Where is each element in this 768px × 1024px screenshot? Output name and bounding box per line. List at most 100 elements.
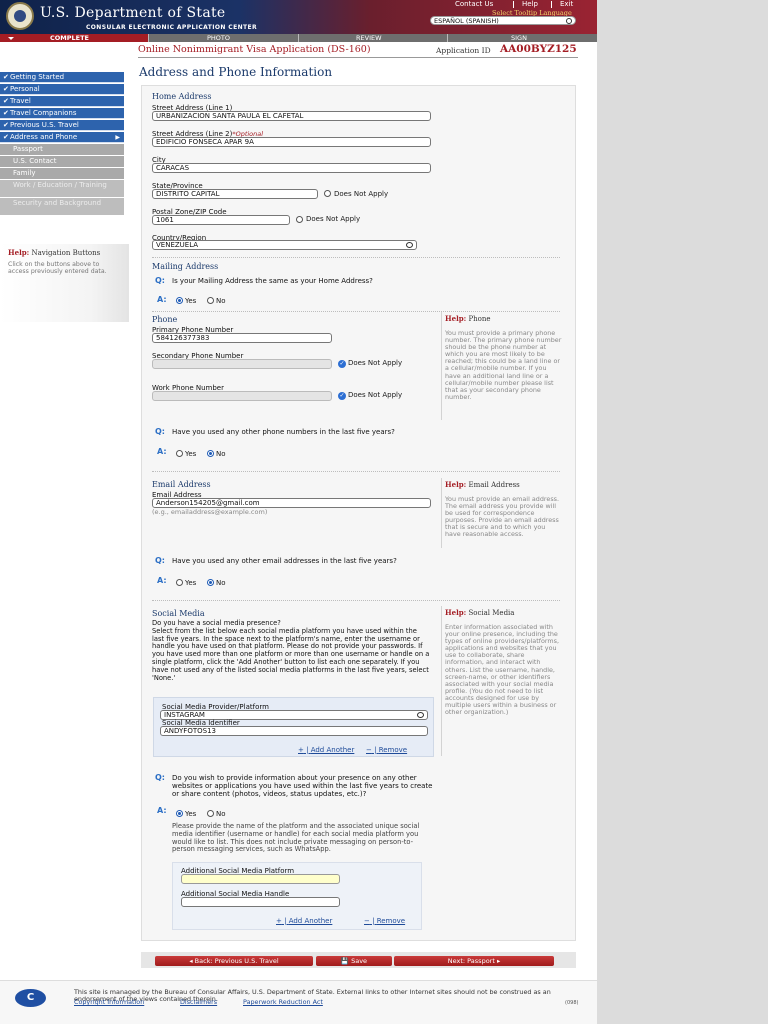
step-review[interactable]: REVIEW (356, 34, 382, 42)
contact-us-link[interactable]: Contact Us (455, 0, 493, 8)
email-no-radio[interactable] (207, 579, 214, 586)
phone-yes-label: Yes (185, 450, 197, 458)
phone-yes-radio[interactable] (176, 450, 183, 457)
sidebar-item-address-phone[interactable]: ✔Address and Phone ▶ (0, 132, 124, 143)
footer-text: This site is managed by the Bureau of Co… (74, 988, 551, 1003)
sidebar-item-label: Previous U.S. Travel (10, 121, 79, 129)
state-input[interactable]: DISTRITO CAPITAL (152, 189, 318, 199)
phone-no-radio[interactable] (207, 450, 214, 457)
add-another-label: Add Another (288, 917, 333, 925)
sidebar-item-personal[interactable]: ✔Personal (0, 84, 124, 95)
primary-phone-input[interactable]: 584126377383 (152, 333, 332, 343)
next-button[interactable]: Next: Passport ▸ (394, 956, 554, 966)
sidebar-item-passport[interactable]: Passport (0, 144, 124, 155)
street2-input[interactable]: EDIFICIO FONSECA APAR 9A (152, 137, 431, 147)
application-id-value: AA00BYZ125 (500, 43, 577, 55)
phone-question: Have you used any other phone numbers in… (172, 428, 395, 436)
check-icon: ✔ (3, 73, 9, 81)
divider (152, 471, 560, 472)
divider (551, 1, 552, 8)
remove-label: Remove (376, 917, 406, 925)
form-title: Online Nonimmigrant Visa Application (DS… (138, 44, 371, 55)
work-phone-input[interactable] (152, 391, 332, 401)
sidebar-item-previous-travel[interactable]: ✔Previous U.S. Travel (0, 120, 124, 131)
help-label: Help: (445, 314, 467, 323)
step-sign[interactable]: SIGN (511, 34, 527, 42)
secondary-dna-checkbox[interactable]: ✓ (338, 360, 346, 368)
check-icon: ✔ (3, 109, 9, 117)
remove-icon: − (366, 746, 372, 754)
remove-label: Remove (378, 746, 408, 754)
email-yes-radio[interactable] (176, 579, 183, 586)
answer-marker: A: (157, 806, 167, 815)
add-another-social-link[interactable]: + | Add Another (298, 746, 354, 754)
arrow-right-icon: ▶ (115, 134, 120, 141)
work-dna-checkbox[interactable]: ✓ (338, 392, 346, 400)
email-input[interactable]: Anderson154205@gmail.com (152, 498, 431, 508)
help-text: You must provide a primary phone number.… (445, 329, 562, 401)
identifier-input[interactable]: ANDYFOTOS13 (160, 726, 428, 736)
social-media-help: Help: Social Media Enter information ass… (441, 606, 563, 756)
help-label: Help: (445, 608, 467, 617)
help-link[interactable]: Help (522, 0, 538, 8)
country-select[interactable]: VENEZUELA (152, 240, 417, 250)
secondary-phone-input[interactable] (152, 359, 332, 369)
ceac-subtitle: CONSULAR ELECTRONIC APPLICATION CENTER (86, 24, 258, 31)
sidebar-item-work[interactable]: Work / Education / Training (0, 180, 124, 197)
state-dna-checkbox[interactable] (324, 190, 331, 197)
help-title-text: Email Address (468, 481, 520, 489)
dropdown-icon (406, 242, 413, 248)
zip-dna-checkbox[interactable] (296, 216, 303, 223)
sidebar-item-security[interactable]: Security and Background (0, 198, 124, 215)
help-label: Help: (445, 480, 467, 489)
step-photo[interactable]: PHOTO (207, 34, 230, 42)
work-dna-label: Does Not Apply (348, 391, 403, 399)
back-button[interactable]: ◂ Back: Previous U.S. Travel (155, 956, 313, 966)
header-banner: U.S. Department of State CONSULAR ELECTR… (0, 0, 597, 34)
city-input[interactable]: CARACAS (152, 163, 431, 173)
exit-link[interactable]: Exit (560, 0, 573, 8)
paperwork-reduction-link[interactable]: Paperwork Reduction Act (243, 998, 323, 1006)
copyright-link[interactable]: Copyright Information (74, 998, 144, 1006)
handle-input[interactable] (181, 897, 340, 907)
other-presence-instructions: Please provide the name of the platform … (172, 822, 420, 854)
mailing-yes-radio[interactable] (176, 297, 183, 304)
provider-value: INSTAGRAM (164, 711, 205, 719)
platform-input[interactable] (181, 874, 340, 884)
disclaimers-link[interactable]: Disclaimers (180, 998, 217, 1006)
help-title: Help: Email Address (445, 480, 563, 489)
divider (441, 606, 442, 756)
street1-input[interactable]: URBANIZACION SANTA PAULA EL CAFETAL (152, 111, 431, 121)
sidebar-item-travel[interactable]: ✔Travel (0, 96, 124, 107)
help-label: Help: (8, 248, 30, 257)
divider (441, 478, 442, 548)
step-complete[interactable]: COMPLETE (50, 34, 89, 42)
mailing-no-radio[interactable] (207, 297, 214, 304)
other-yes-radio[interactable] (176, 810, 183, 817)
social-question-bold: Do you have a social media presence? (152, 619, 281, 627)
save-button[interactable]: 💾 Save (316, 956, 392, 966)
other-no-radio[interactable] (207, 810, 214, 817)
caret-down-icon (8, 37, 14, 40)
department-title: U.S. Department of State (40, 5, 226, 21)
language-select[interactable]: ESPAÑOL (SPANISH) (430, 16, 576, 25)
email-help: Help: Email Address You must provide an … (441, 478, 563, 548)
home-address-heading: Home Address (152, 92, 212, 101)
add-another-other-link[interactable]: + | Add Another (276, 917, 332, 925)
navigation-help: Help: Navigation Buttons Click on the bu… (0, 244, 129, 322)
sidebar-item-family[interactable]: Family (0, 168, 124, 179)
remove-other-link[interactable]: − | Remove (364, 917, 405, 925)
sidebar-item-travel-companions[interactable]: ✔Travel Companions (0, 108, 124, 119)
help-title: Help: Navigation Buttons (8, 248, 100, 257)
sidebar-item-us-contact[interactable]: U.S. Contact (0, 156, 124, 167)
phone-help: Help: Phone You must provide a primary p… (441, 312, 563, 420)
dropdown-icon (566, 18, 572, 24)
remove-social-link[interactable]: − | Remove (366, 746, 407, 754)
add-another-label: Add Another (310, 746, 355, 754)
answer-marker: A: (157, 447, 167, 456)
sidebar-item-getting-started[interactable]: ✔Getting Started (0, 72, 124, 83)
zip-input[interactable]: 1061 (152, 215, 290, 225)
sidebar-item-label: Travel Companions (10, 109, 77, 117)
email-heading: Email Address (152, 480, 211, 489)
page-title: Address and Phone Information (139, 65, 333, 79)
